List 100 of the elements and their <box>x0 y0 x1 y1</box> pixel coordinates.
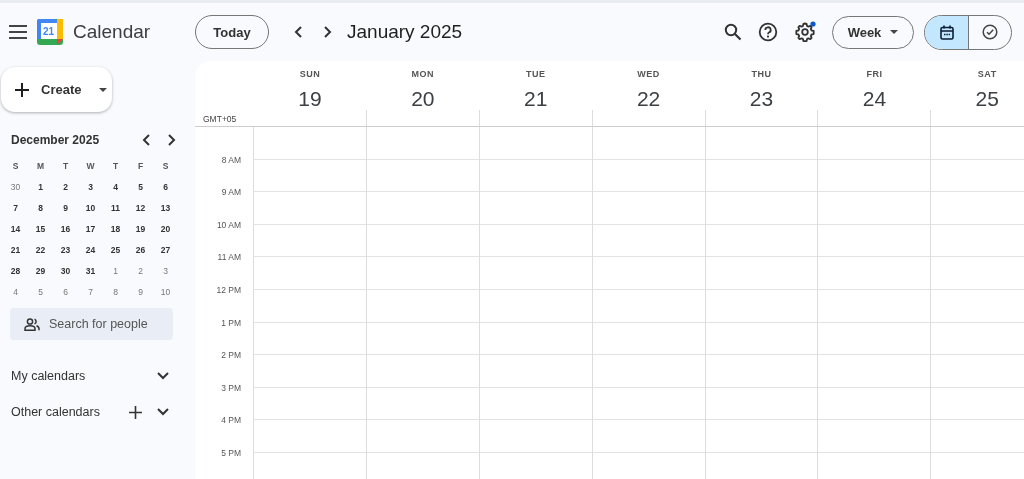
people-search-field[interactable]: Search for people <box>10 308 173 340</box>
caret-icon <box>99 87 108 92</box>
plus-icon <box>15 82 29 97</box>
mini-calendar-day[interactable]: 18 <box>103 218 128 239</box>
day-number[interactable]: 20 <box>411 87 435 111</box>
people-icon <box>24 318 40 331</box>
app-name: Calendar <box>73 21 151 43</box>
period-title: January 2025 <box>347 21 463 43</box>
plus-icon <box>128 405 142 419</box>
mini-calendar-day[interactable]: 15 <box>28 218 53 239</box>
mini-calendar-day[interactable]: 3 <box>153 260 178 281</box>
hour-label: 4 PM <box>220 415 242 428</box>
day-number[interactable]: 21 <box>524 87 548 111</box>
hour-label: 3 PM <box>220 382 242 395</box>
weekday-label: SUN <box>299 69 321 79</box>
hour-label: 10 AM <box>215 219 242 232</box>
mini-calendar-day[interactable]: 9 <box>128 281 153 302</box>
mini-calendar-day[interactable]: 8 <box>28 197 53 218</box>
day-number[interactable]: 24 <box>862 87 887 111</box>
mini-calendar-day[interactable]: 14 <box>3 218 28 239</box>
mini-calendar-day[interactable]: 5 <box>28 281 53 302</box>
mini-calendar-day[interactable]: 23 <box>53 239 78 260</box>
mini-calendar-day[interactable]: 13 <box>153 197 178 218</box>
weekday-label: MON <box>411 69 435 79</box>
mini-calendar-month: December 2025 <box>11 133 101 147</box>
mini-calendar-day[interactable]: 19 <box>128 218 153 239</box>
create-button[interactable]: Create <box>1 67 112 112</box>
chevron-right-icon <box>166 133 176 147</box>
search-icon[interactable] <box>724 23 742 41</box>
mini-calendar-day[interactable]: 10 <box>153 281 178 302</box>
mini-calendar-day[interactable]: 1 <box>28 176 53 197</box>
chevron-right-icon <box>322 25 332 39</box>
timezone-label: GMT+05 <box>202 114 238 126</box>
weekday-label: W <box>85 159 96 173</box>
mini-calendar-day[interactable]: 2 <box>128 260 153 281</box>
mini-calendar-day[interactable]: 30 <box>53 260 78 281</box>
weekday-label: F <box>136 159 145 173</box>
mini-calendar-day[interactable]: 2 <box>53 176 78 197</box>
weekday-label: WED <box>637 69 660 79</box>
weekday-label: T <box>111 159 120 173</box>
weekday-label: M <box>35 159 46 173</box>
hour-label: 8 AM <box>220 154 242 167</box>
mini-calendar-day[interactable]: 28 <box>3 260 28 281</box>
mini-calendar-day[interactable]: 4 <box>103 176 128 197</box>
mini-calendar-day[interactable]: 27 <box>153 239 178 260</box>
caret-icon <box>890 30 899 34</box>
mini-calendar-day[interactable]: 6 <box>153 176 178 197</box>
mini-calendar-day[interactable]: 11 <box>103 197 128 218</box>
calendar-section-title: My calendars <box>11 369 87 383</box>
mini-calendar-day[interactable]: 8 <box>103 281 128 302</box>
settings-icon[interactable] <box>794 21 816 43</box>
check-circle-icon <box>982 24 998 40</box>
mini-calendar-day[interactable]: 12 <box>128 197 153 218</box>
mini-calendar-day[interactable]: 17 <box>78 218 103 239</box>
mini-calendar-day[interactable]: 26 <box>128 239 153 260</box>
weekday-label: S <box>161 159 170 173</box>
mini-calendar-day[interactable]: 30 <box>3 176 28 197</box>
chevron-icon <box>157 408 169 416</box>
help-icon[interactable] <box>758 22 778 42</box>
hour-label: 12 PM <box>215 284 242 297</box>
hour-label: 5 PM <box>220 447 242 460</box>
weekday-label: TUE <box>525 69 546 79</box>
mini-calendar-day[interactable]: 21 <box>3 239 28 260</box>
mini-calendar-day[interactable]: 4 <box>3 281 28 302</box>
weekday-label: T <box>61 159 70 173</box>
mini-calendar-day[interactable]: 7 <box>78 281 103 302</box>
mini-calendar-day[interactable]: 25 <box>103 239 128 260</box>
mini-calendar-day[interactable]: 22 <box>28 239 53 260</box>
day-number[interactable]: 22 <box>636 87 661 111</box>
calendar-section-title: Other calendars <box>11 405 101 419</box>
weekday-label: SAT <box>977 69 997 79</box>
calendar-logo[interactable]: 21 <box>37 19 63 45</box>
mini-calendar-day[interactable]: 1 <box>103 260 128 281</box>
mini-calendar-day[interactable]: 31 <box>78 260 103 281</box>
chevron-icon <box>157 372 169 380</box>
mini-calendar-day[interactable]: 7 <box>3 197 28 218</box>
hour-label: 2 PM <box>220 350 242 363</box>
weekday-label: S <box>11 159 20 173</box>
calendar-view-button[interactable] <box>925 15 968 49</box>
mini-calendar-day[interactable]: 3 <box>78 176 103 197</box>
weekday-label: THU <box>751 69 772 79</box>
mini-calendar-day[interactable]: 9 <box>53 197 78 218</box>
menu-icon[interactable] <box>9 25 27 39</box>
chevron-left-icon <box>142 133 152 147</box>
mini-calendar-day[interactable]: 10 <box>78 197 103 218</box>
hour-label: 11 AM <box>216 252 242 265</box>
chevron-left-icon <box>294 25 304 39</box>
hour-label: 9 AM <box>220 187 242 200</box>
mini-calendar-day[interactable]: 29 <box>28 260 53 281</box>
weekday-label: FRI <box>866 69 883 79</box>
mini-calendar-day[interactable]: 5 <box>128 176 153 197</box>
day-number[interactable]: 19 <box>298 87 322 111</box>
mini-calendar-day[interactable]: 16 <box>53 218 78 239</box>
mini-calendar-day[interactable]: 20 <box>153 218 178 239</box>
day-number[interactable]: 23 <box>749 87 774 111</box>
mini-calendar-day[interactable]: 6 <box>53 281 78 302</box>
calendar-icon <box>939 24 954 40</box>
day-number[interactable]: 25 <box>975 87 999 111</box>
mini-calendar-day[interactable]: 24 <box>78 239 103 260</box>
hour-label: 1 PM <box>220 317 242 330</box>
